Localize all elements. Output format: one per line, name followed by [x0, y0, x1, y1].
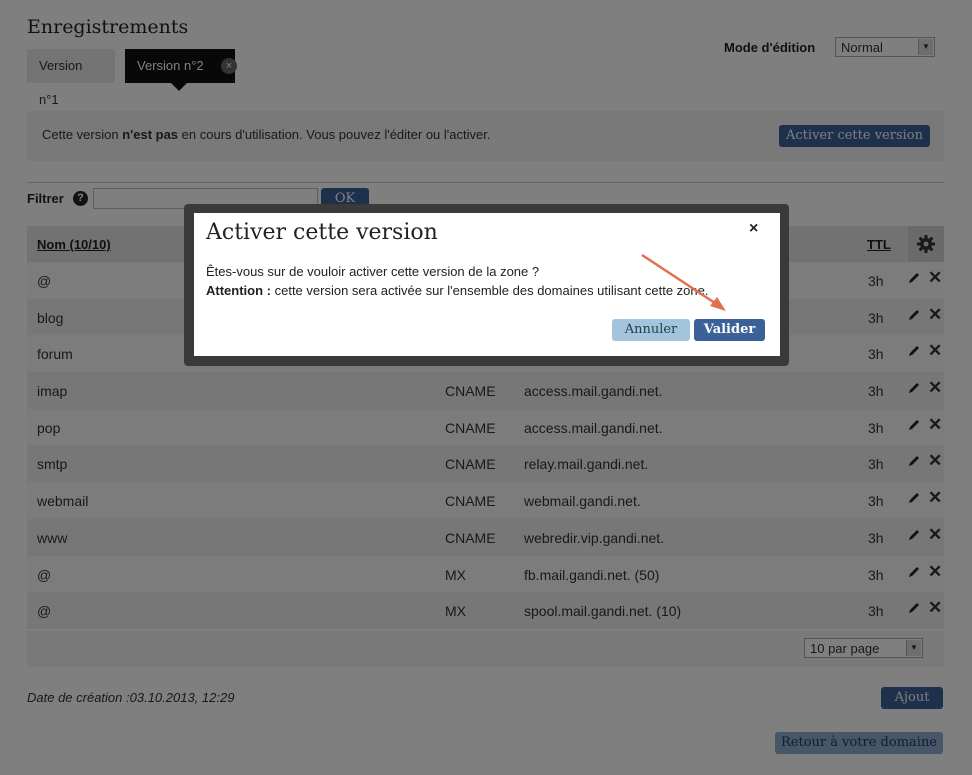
close-icon[interactable]: ×: [749, 220, 758, 238]
modal-question: Êtes-vous sur de vouloir activer cette v…: [206, 264, 540, 279]
modal-overlay[interactable]: [0, 0, 972, 775]
modal-warning-text: cette version sera activée sur l'ensembl…: [270, 283, 709, 298]
modal-warning-bold: Attention :: [206, 283, 271, 298]
modal-warning: Attention : cette version sera activée s…: [206, 283, 708, 298]
modal-title: Activer cette version: [206, 220, 438, 245]
cancel-button[interactable]: Annuler: [612, 319, 690, 341]
validate-button[interactable]: Valider: [694, 319, 765, 341]
